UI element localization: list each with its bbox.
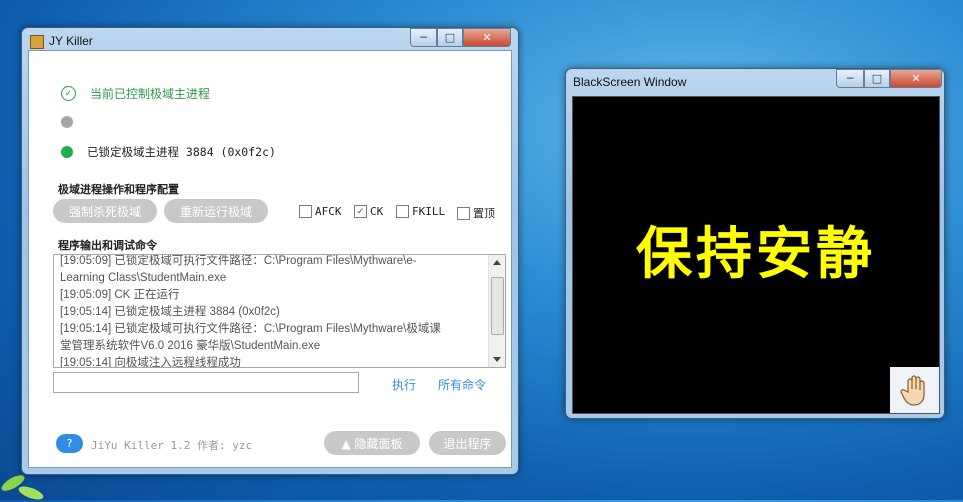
scroll-thumb[interactable] — [491, 277, 504, 335]
log-line: 堂管理系统软件V6.0 2016 豪华版\StudentMain.exe — [60, 340, 321, 352]
option-ck[interactable]: ✓ CK — [354, 205, 383, 218]
force-kill-button[interactable]: 强制杀死极域 — [53, 199, 157, 223]
status-locked: 已锁定极域主进程 3884 (0x0f2c) — [61, 144, 276, 160]
log-scrollbar[interactable] — [488, 255, 505, 367]
checkbox[interactable] — [299, 205, 312, 218]
checkbox[interactable] — [457, 206, 470, 220]
minimize-button[interactable]: ─ — [410, 28, 437, 47]
checkbox[interactable] — [396, 205, 409, 218]
scroll-down-arrow-icon[interactable] — [493, 357, 501, 362]
status-dot — [61, 146, 73, 158]
log-line: [19:05:14] 已锁定极域可执行文件路径：C:\Program Files… — [60, 323, 441, 335]
status-idle — [61, 116, 87, 128]
output-log[interactable]: [19:05:09] 已锁定极域可执行文件路径：C:\Program Files… — [53, 254, 506, 368]
close-button[interactable]: ✕ — [890, 69, 942, 88]
status-text: 当前已控制极域主进程 — [90, 87, 211, 101]
window-title: BlackScreen Window — [573, 75, 687, 89]
jy-app-icon — [30, 35, 44, 49]
log-line: Learning Class\StudentMain.exe — [60, 272, 227, 284]
check-circle-icon: ✓ — [61, 86, 76, 101]
section-heading-ops: 极域进程操作和程序配置 — [58, 183, 179, 196]
close-button[interactable]: ✕ — [463, 28, 511, 47]
minimize-button[interactable]: ─ — [836, 69, 864, 88]
checkbox[interactable]: ✓ — [354, 205, 367, 218]
exit-button[interactable]: 退出程序 — [429, 431, 506, 455]
window-title: JY Killer — [49, 34, 93, 48]
jy-client-area: ✓ 当前已控制极域主进程 已锁定极域主进程 3884 (0x0f2c) 极域进程… — [28, 50, 512, 468]
version-label: JiYu Killer 1.2 作者: yzc — [91, 439, 253, 452]
log-line: [19:05:09] CK 正在运行 — [60, 289, 180, 301]
option-label: FKILL — [412, 205, 446, 218]
section-heading-log: 程序输出和调试命令 — [58, 239, 157, 252]
maximize-button[interactable]: □ — [437, 28, 463, 47]
log-line: [19:05:14] 已锁定极域主进程 3884 (0x0f2c) — [60, 306, 280, 318]
log-lines: [19:05:09] 已锁定极域可执行文件路径：C:\Program Files… — [60, 255, 486, 368]
help-button[interactable]: ? — [56, 434, 83, 453]
execute-link[interactable]: 执行 — [392, 376, 416, 393]
status-text: 已锁定极域主进程 3884 (0x0f2c) — [87, 145, 276, 159]
maximize-button[interactable]: □ — [864, 69, 890, 88]
blackscreen-window: BlackScreen Window ─ □ ✕ 保持安静 — [565, 68, 945, 419]
log-line: [19:05:09] 已锁定极域可执行文件路径：C:\Program Files… — [60, 255, 417, 267]
all-commands-link[interactable]: 所有命令 — [438, 376, 486, 393]
option-label: AFCK — [315, 205, 342, 218]
black-screen: 保持安静 — [572, 96, 940, 414]
hide-panel-button[interactable]: ▲ 隐藏面板 — [324, 431, 420, 455]
scroll-up-arrow-icon[interactable] — [493, 260, 501, 265]
option-topmost[interactable]: 置顶 — [457, 205, 495, 221]
hand-icon — [890, 367, 939, 413]
jy-killer-window: JY Killer ─ □ ✕ ✓ 当前已控制极域主进程 已锁定极域主进程 38… — [21, 27, 519, 475]
option-label: CK — [370, 205, 384, 218]
option-label: 置顶 — [473, 207, 495, 220]
option-fkill[interactable]: FKILL — [396, 205, 445, 218]
status-controlled: ✓ 当前已控制极域主进程 — [61, 85, 210, 102]
status-dot — [61, 116, 73, 128]
restart-button[interactable]: 重新运行极域 — [164, 199, 268, 223]
option-afck[interactable]: AFCK — [299, 205, 342, 218]
wallpaper-leaf — [17, 483, 45, 502]
log-line: [19:05:14] 向极域注入远程线程成功 — [60, 357, 241, 368]
command-input[interactable] — [53, 372, 359, 393]
quiet-message: 保持安静 — [636, 222, 876, 287]
